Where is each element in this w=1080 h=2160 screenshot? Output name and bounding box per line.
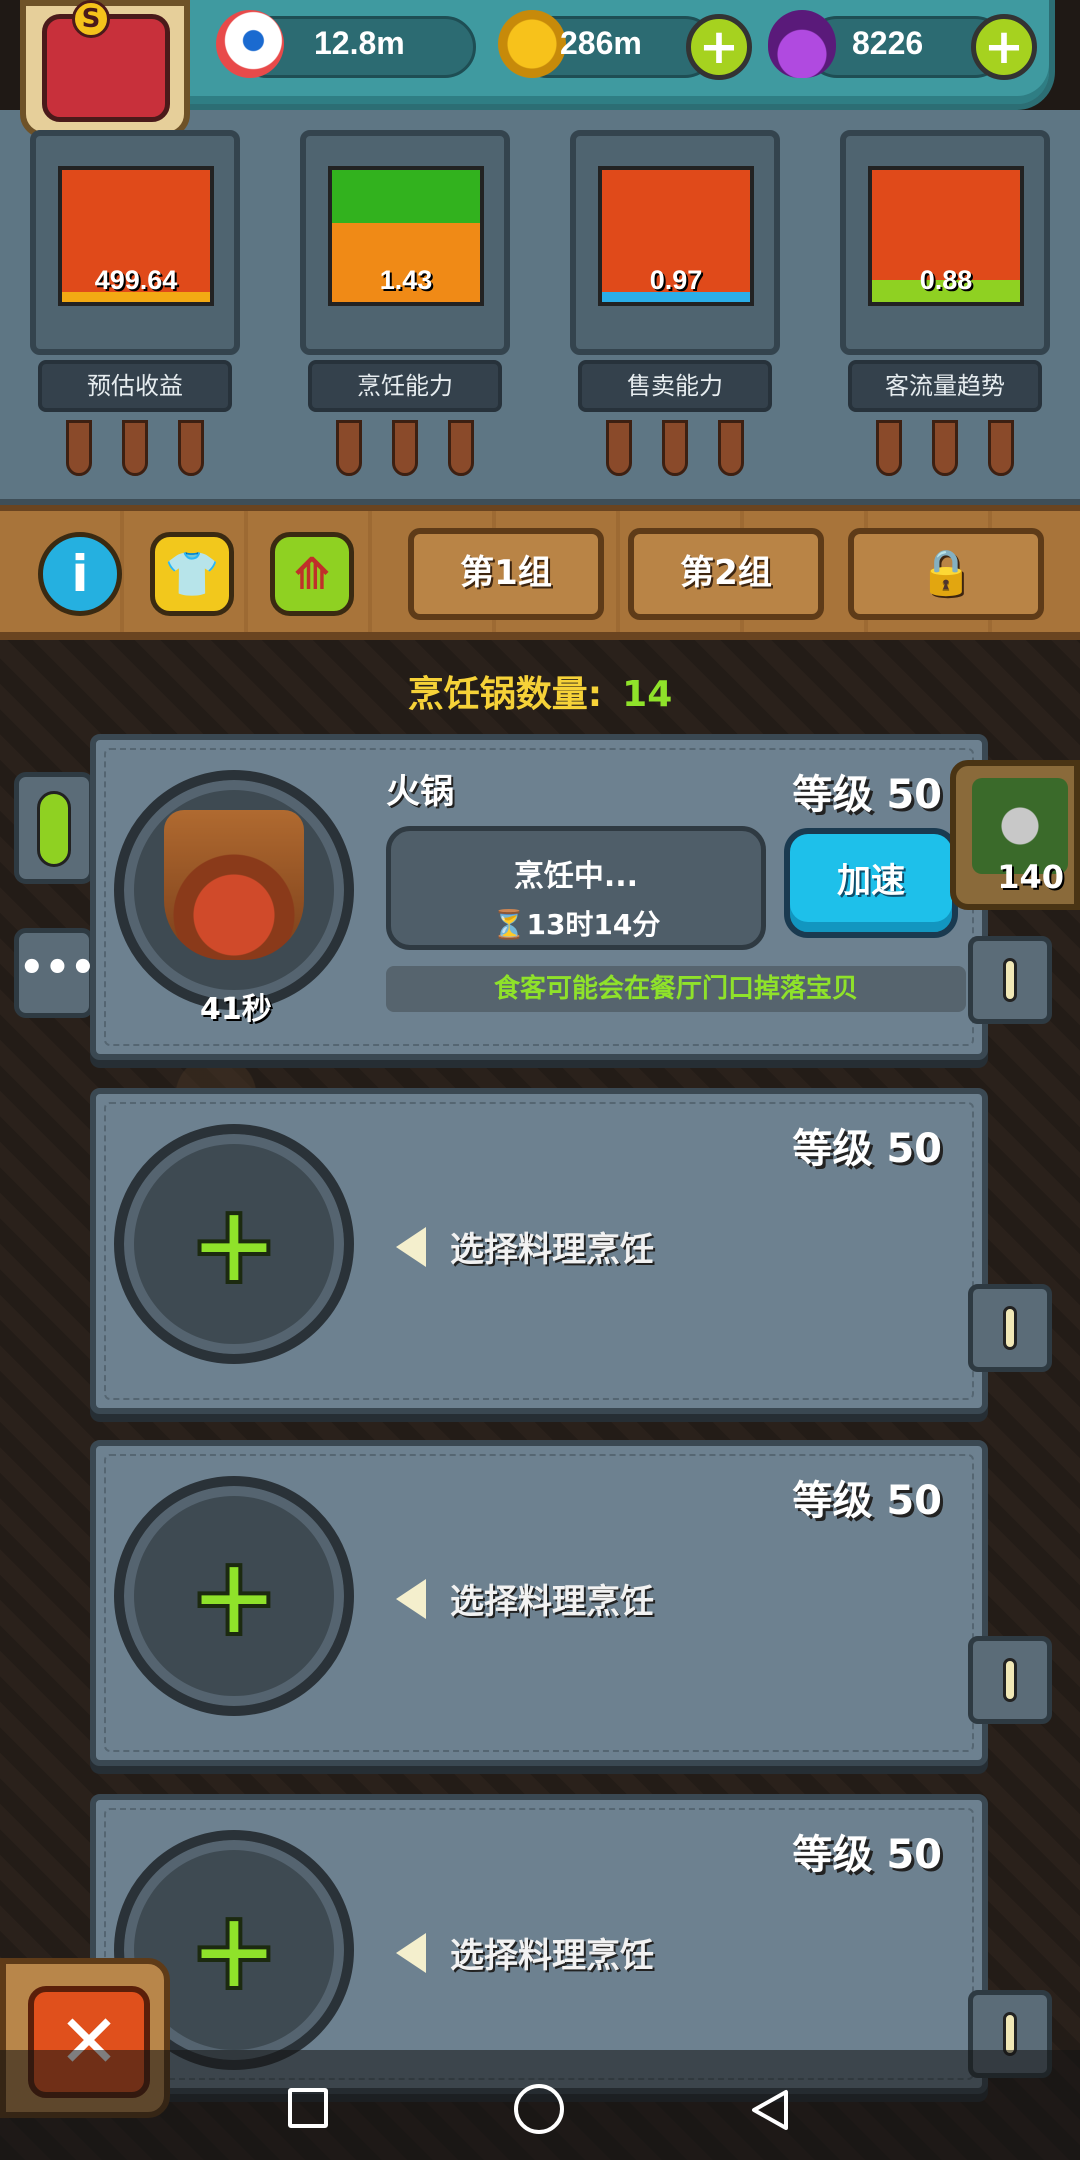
stove-level: 等级 50 bbox=[792, 1126, 942, 1172]
potion-icon bbox=[768, 10, 836, 78]
rank-s-icon: S bbox=[72, 0, 110, 38]
recent-apps-icon[interactable] bbox=[288, 2088, 328, 2128]
resource-bar: 12.8m 286m + 8226 + bbox=[150, 0, 1055, 110]
stove-card: + 等级 50 选择料理烹饪 bbox=[90, 1440, 1052, 1766]
eyeball-value: 12.8m bbox=[314, 25, 405, 61]
home-icon[interactable] bbox=[514, 2084, 564, 2134]
pot-count-label: 烹饪锅数量: bbox=[407, 674, 603, 715]
tab-locked[interactable]: 🔒 bbox=[848, 528, 1044, 620]
pot-count: 烹饪锅数量: 14 bbox=[0, 665, 1080, 717]
stat-value: 0.88 bbox=[919, 265, 973, 295]
potion-value: 8226 bbox=[852, 25, 924, 61]
restaurant-badge[interactable]: S bbox=[20, 0, 190, 138]
arrow-left-icon bbox=[396, 1932, 426, 1973]
arrow-left-icon bbox=[396, 1578, 426, 1619]
pot-count-value: 14 bbox=[622, 674, 673, 715]
select-dish-hint[interactable]: 选择料理烹饪 bbox=[396, 1928, 654, 1977]
selling-gauge: 0.97 bbox=[598, 166, 754, 306]
stat-label: 预估收益 bbox=[38, 360, 232, 412]
cooking-status: 烹饪中... ⏳13时14分 bbox=[386, 826, 766, 950]
gauge-frame: 1.43 bbox=[300, 130, 510, 355]
gauge-frame: 0.97 bbox=[570, 130, 780, 355]
stove-info-button[interactable] bbox=[968, 1284, 1052, 1372]
tab-group-2[interactable]: 第2组 bbox=[628, 528, 824, 620]
cooking-remaining: ⏳13时14分 bbox=[491, 908, 661, 941]
traffic-gauge: 0.88 bbox=[868, 166, 1024, 306]
income-gauge: 499.64 bbox=[58, 166, 214, 306]
info-icon bbox=[1003, 1306, 1017, 1350]
shirt-icon: 👕 bbox=[164, 549, 220, 600]
dish-name: 火锅 bbox=[386, 772, 454, 812]
reward-count: 140 bbox=[997, 858, 1064, 896]
back-icon[interactable] bbox=[748, 2088, 792, 2132]
gauge-legs bbox=[60, 420, 210, 480]
gauge-legs bbox=[600, 420, 750, 480]
lock-icon: 🔒 bbox=[918, 547, 974, 598]
select-dish-text: 选择料理烹饪 bbox=[450, 1936, 654, 1976]
gauge-frame: 499.64 bbox=[30, 130, 240, 355]
plus-icon: + bbox=[186, 1530, 282, 1662]
stove-card: 41秒 火锅 等级 50 烹饪中... ⏳13时14分 加速 食客可能会在餐厅门… bbox=[90, 734, 1052, 1060]
select-dish-text: 选择料理烹饪 bbox=[450, 1582, 654, 1622]
stove-level: 等级 50 bbox=[792, 772, 942, 818]
gauge-frame: 0.88 bbox=[840, 130, 1050, 355]
add-potion-button[interactable]: + bbox=[971, 14, 1037, 80]
cooking-tip: 食客可能会在餐厅门口掉落宝贝 bbox=[386, 966, 966, 1012]
stat-value: 0.97 bbox=[649, 265, 703, 295]
stove-card: + 等级 50 选择料理烹饪 bbox=[90, 1794, 1052, 2094]
stat-value: 499.64 bbox=[94, 265, 178, 295]
arrow-left-icon bbox=[396, 1226, 426, 1267]
stove-card: + 等级 50 选择料理烹饪 bbox=[90, 1088, 1052, 1414]
cook-timer: 41秒 bbox=[200, 992, 272, 1027]
info-icon bbox=[1003, 958, 1017, 1002]
coin-icon bbox=[498, 10, 566, 78]
select-dish-hint[interactable]: 选择料理烹饪 bbox=[396, 1222, 654, 1271]
stat-label: 烹饪能力 bbox=[308, 360, 502, 412]
add-coins-button[interactable]: + bbox=[686, 14, 752, 80]
ellipsis-icon: ••• bbox=[19, 945, 96, 991]
more-options-button[interactable]: ••• bbox=[14, 928, 96, 1018]
info-button[interactable]: i bbox=[38, 532, 122, 616]
hotpot-icon bbox=[164, 810, 304, 960]
empty-pot-slot[interactable]: + bbox=[114, 1124, 354, 1364]
magnet-button[interactable]: ⟰ bbox=[270, 532, 354, 616]
coin-value: 286m bbox=[560, 25, 642, 61]
cooking-status-text: 烹饪中... bbox=[513, 859, 639, 894]
stove-level: 等级 50 bbox=[792, 1832, 942, 1878]
stove-level: 等级 50 bbox=[792, 1478, 942, 1524]
upgrade-arrow-icon bbox=[37, 791, 71, 867]
plus-icon: + bbox=[186, 1178, 282, 1310]
gauge-legs bbox=[330, 420, 480, 480]
select-dish-hint[interactable]: 选择料理烹饪 bbox=[396, 1574, 654, 1623]
upgrade-toggle[interactable] bbox=[14, 772, 94, 884]
eyeball-icon bbox=[216, 10, 284, 78]
pot-slot[interactable] bbox=[114, 770, 354, 1010]
outfit-button[interactable]: 👕 bbox=[150, 532, 234, 616]
info-icon bbox=[1003, 1658, 1017, 1702]
stove-info-button[interactable] bbox=[968, 936, 1052, 1024]
stat-value: 1.43 bbox=[379, 265, 433, 295]
info-icon: i bbox=[71, 545, 89, 603]
stat-label: 售卖能力 bbox=[578, 360, 772, 412]
stove-info-button[interactable] bbox=[968, 1636, 1052, 1724]
cooking-gauge: 1.43 bbox=[328, 166, 484, 306]
speed-up-button[interactable]: 加速 bbox=[784, 828, 958, 938]
gauge-legs bbox=[870, 420, 1020, 480]
empty-pot-slot[interactable]: + bbox=[114, 1476, 354, 1716]
reward-chest-button[interactable]: 140 bbox=[950, 760, 1080, 910]
magnet-icon: ⟰ bbox=[293, 548, 331, 600]
tab-group-1[interactable]: 第1组 bbox=[408, 528, 604, 620]
select-dish-text: 选择料理烹饪 bbox=[450, 1230, 654, 1270]
stat-label: 客流量趋势 bbox=[848, 360, 1042, 412]
